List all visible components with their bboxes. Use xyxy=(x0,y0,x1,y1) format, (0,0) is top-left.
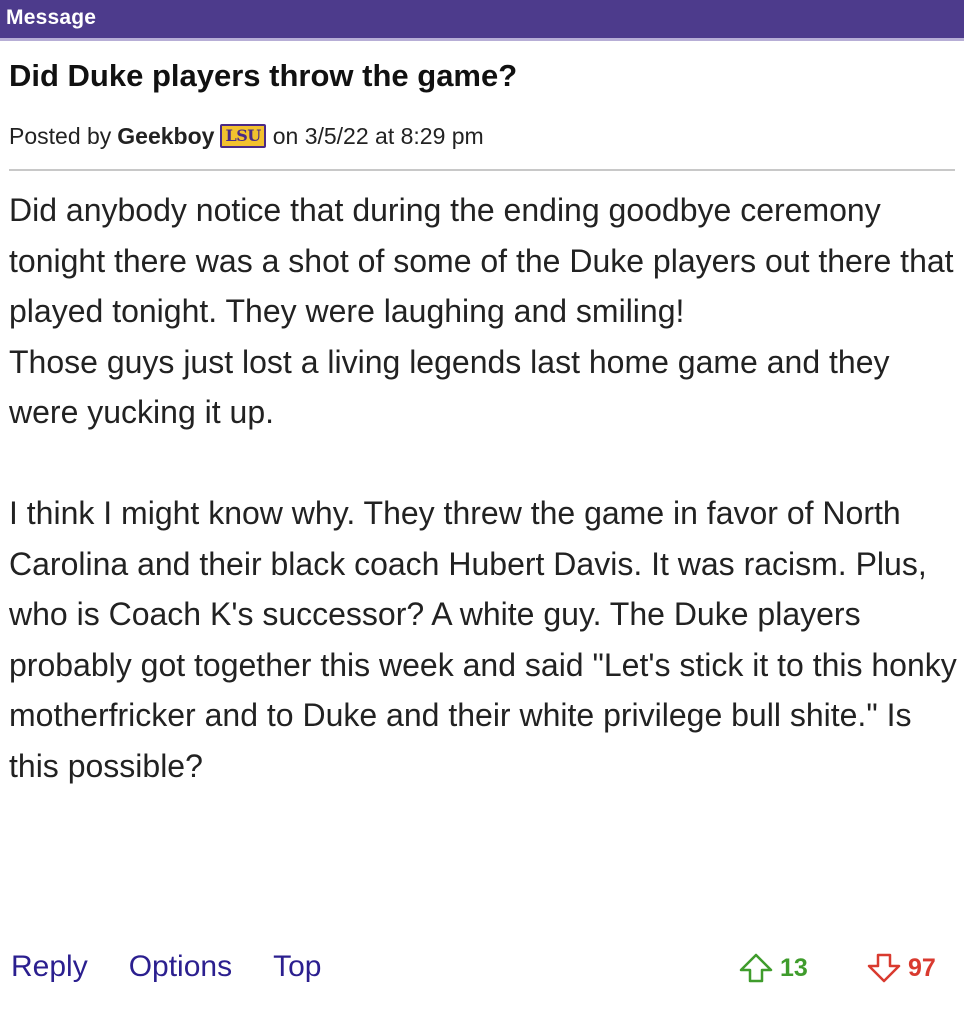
posted-by-label: Posted by xyxy=(9,123,112,149)
upvote-button[interactable]: 13 xyxy=(738,953,808,983)
post-title: Did Duke players throw the game? xyxy=(9,58,518,93)
post-actions: Reply Options Top xyxy=(11,950,321,984)
post-paragraph: I think I might know why. They threw the… xyxy=(9,495,957,784)
downvote-button[interactable]: 97 xyxy=(866,953,936,983)
upvote-count: 13 xyxy=(780,953,808,982)
header-title: Message xyxy=(6,6,97,29)
team-badge-icon: LSU xyxy=(220,123,266,148)
top-link[interactable]: Top xyxy=(273,950,321,984)
meta-divider xyxy=(9,169,955,171)
reply-link[interactable]: Reply xyxy=(11,950,88,984)
author-link[interactable]: Geekboy xyxy=(117,123,214,150)
thumb-arrow-down-icon xyxy=(867,953,901,983)
post-meta: Posted by Geekboy LSU on 3/5/22 at 8:29 … xyxy=(9,123,484,150)
downvote-count: 97 xyxy=(908,953,936,982)
header-divider xyxy=(0,38,964,41)
post-body: Did anybody notice that during the endin… xyxy=(9,185,959,791)
message-header-bar: Message xyxy=(0,0,964,38)
post-paragraph: Those guys just lost a living legends la… xyxy=(9,343,890,431)
thumb-arrow-up-icon xyxy=(739,953,773,983)
post-paragraph: Did anybody notice that during the endin… xyxy=(9,192,954,329)
post-date: on 3/5/22 at 8:29 pm xyxy=(272,123,484,149)
options-link[interactable]: Options xyxy=(129,950,232,984)
